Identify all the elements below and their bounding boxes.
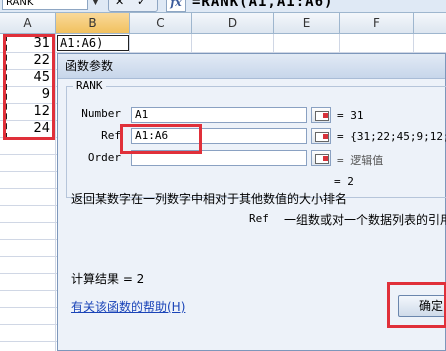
arg-description-label: Ref bbox=[249, 212, 269, 225]
collapse-dialog-icon[interactable] bbox=[311, 107, 331, 123]
insert-function-button[interactable]: fx bbox=[166, 0, 186, 12]
function-arguments-dialog: 函数参数 RANK Number A1 = 31 Ref A1:A6 = {31… bbox=[57, 53, 446, 351]
chevron-down-icon[interactable]: ▼ bbox=[92, 0, 99, 7]
highlight-ref-field bbox=[120, 124, 202, 154]
collapse-dialog-icon[interactable] bbox=[311, 150, 331, 166]
column-headers: A B C D E F bbox=[0, 13, 446, 34]
arg-label-number: Number bbox=[81, 107, 121, 120]
arg-label-order: Order bbox=[87, 151, 121, 164]
arg-label-ref: Ref bbox=[101, 129, 121, 142]
arg-result-ref: = {31;22;45;9;12;2 bbox=[337, 130, 446, 143]
column-header-b[interactable]: B bbox=[56, 13, 130, 33]
grid-line bbox=[55, 34, 56, 351]
formula-bar: RANK ▼ ✕ ✓ fx =RANK(A1,A1:A6) bbox=[0, 0, 446, 13]
calculation-result: 计算结果 = 2 bbox=[71, 272, 145, 286]
name-box[interactable]: RANK bbox=[2, 0, 88, 10]
help-link[interactable]: 有关该函数的帮助(H) bbox=[71, 298, 185, 315]
function-result: = 2 bbox=[334, 175, 354, 188]
arg-result-order: = 逻辑值 bbox=[337, 154, 384, 167]
arg-result-number: = 31 bbox=[337, 109, 364, 122]
confirm-icon[interactable]: ✓ bbox=[137, 0, 146, 8]
column-header-d[interactable]: D bbox=[192, 13, 274, 33]
function-name: RANK bbox=[73, 79, 106, 92]
column-header-e[interactable]: E bbox=[274, 13, 340, 33]
column-header-f[interactable]: F bbox=[340, 13, 414, 33]
highlight-range-a1-a6 bbox=[3, 34, 55, 140]
formula-input[interactable]: =RANK(A1,A1:A6) bbox=[192, 0, 333, 10]
function-description: 返回某数字在一列数字中相对于其他数值的大小排名 bbox=[71, 192, 348, 206]
cancel-icon[interactable]: ✕ bbox=[115, 0, 124, 8]
column-header-a[interactable]: A bbox=[0, 13, 56, 33]
collapse-dialog-icon[interactable] bbox=[311, 128, 331, 144]
arg-description-text: 一组数或对一个数据列表的引用 bbox=[284, 213, 446, 227]
cell-b1-editor[interactable]: A1:A6) bbox=[57, 35, 129, 51]
number-field[interactable]: A1 bbox=[131, 107, 307, 123]
column-header-c[interactable]: C bbox=[130, 13, 192, 33]
dialog-title[interactable]: 函数参数 bbox=[58, 54, 445, 79]
highlight-ok-button bbox=[387, 282, 446, 328]
formula-buttons: ✕ ✓ bbox=[108, 0, 158, 12]
